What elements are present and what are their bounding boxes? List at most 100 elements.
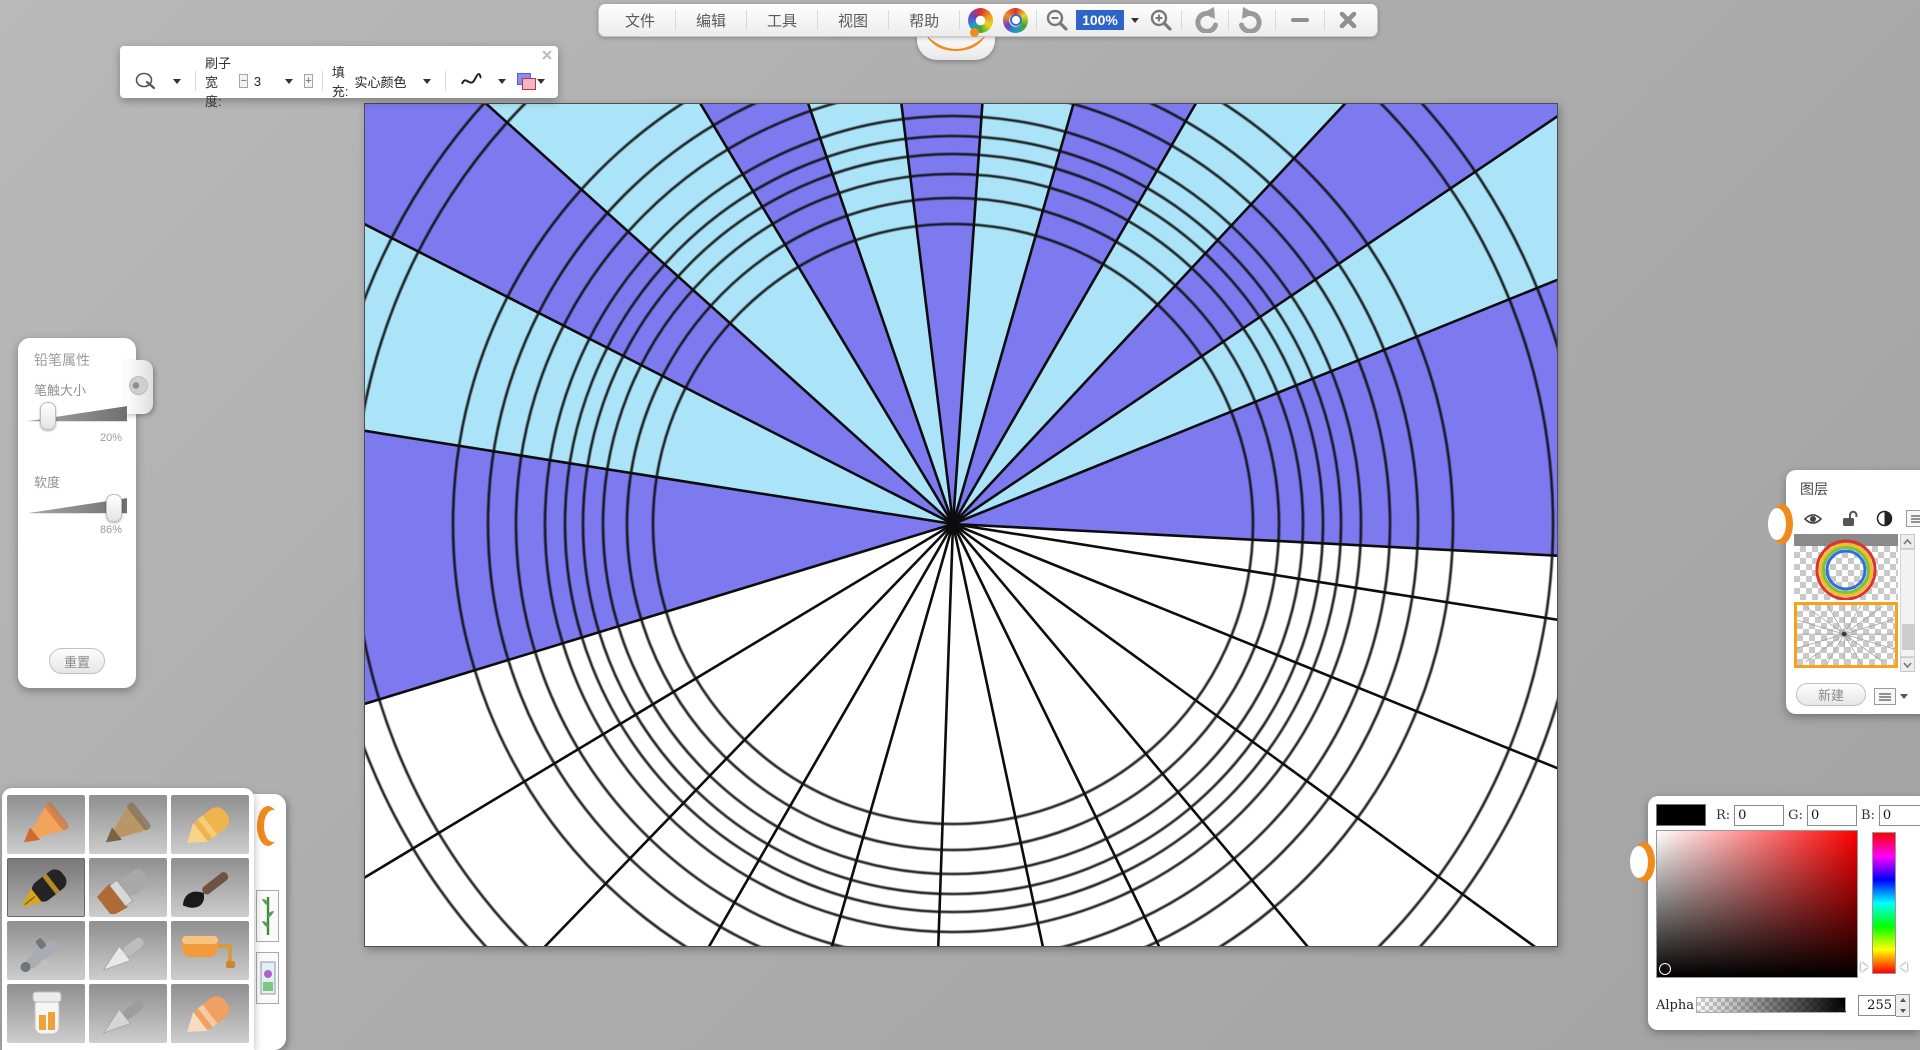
spin-up-icon — [1900, 998, 1906, 1002]
green-input[interactable] — [1807, 805, 1857, 826]
separator — [746, 10, 747, 30]
tool-fountain-pen[interactable] — [7, 858, 85, 917]
current-color-swatch[interactable] — [1656, 804, 1706, 826]
stroke-color-swatch[interactable] — [517, 73, 526, 89]
alpha-marker[interactable] — [1836, 1004, 1846, 1012]
tool-palette-knife[interactable] — [89, 984, 167, 1043]
scroll-up-button[interactable] — [1900, 534, 1915, 549]
tool-flat-brush[interactable] — [89, 858, 167, 917]
zoom-in-button[interactable] — [1144, 6, 1178, 34]
scroll-track[interactable] — [1900, 549, 1915, 657]
hue-marker-right[interactable] — [1900, 962, 1907, 972]
tool-paint-knife[interactable] — [89, 921, 167, 980]
fill-mode-value[interactable]: 实心颜色 — [354, 72, 411, 91]
alpha-bar[interactable] — [1696, 997, 1846, 1013]
separator — [1275, 10, 1276, 30]
list-icon — [1910, 514, 1920, 524]
chevron-down-icon — [537, 79, 545, 84]
hue-marker-left[interactable] — [1861, 962, 1868, 972]
fill-mode-dropdown[interactable] — [418, 77, 436, 86]
layer-thumbnail-radial-rays-layer[interactable] — [1794, 602, 1898, 668]
tool-marker-jar[interactable] — [7, 984, 85, 1043]
brush-width-increase-button[interactable]: + — [304, 74, 312, 88]
stroke-style-dropdown[interactable] — [493, 77, 511, 86]
tool-eraser[interactable] — [171, 984, 249, 1043]
chevron-down-icon — [1903, 662, 1912, 668]
tool-crayon[interactable] — [171, 795, 249, 854]
red-input[interactable] — [1734, 805, 1784, 826]
hue-bar[interactable] — [1872, 832, 1896, 974]
paint-roller-icon — [174, 925, 246, 977]
toolbar-close-button[interactable] — [542, 50, 552, 62]
layers-panel: 图层 — [1786, 470, 1920, 714]
color-wheel-eye-button[interactable] — [998, 6, 1033, 35]
minimize-button[interactable] — [1279, 12, 1321, 28]
panel-handle-ear[interactable] — [125, 360, 153, 414]
layer-lock-button[interactable] — [1836, 508, 1863, 529]
tool-colored-pencil[interactable] — [7, 795, 85, 854]
shape-pen-icon — [135, 72, 157, 90]
saturation-value-box[interactable] — [1656, 830, 1858, 978]
tool-pastel-stick[interactable] — [89, 795, 167, 854]
stroke-style-button[interactable] — [455, 71, 487, 91]
tool-palette-panel — [2, 788, 254, 1050]
stamps-tab-button[interactable] — [256, 952, 279, 1004]
brush-size-slider[interactable] — [27, 402, 127, 428]
tool-ink-brush[interactable] — [171, 858, 249, 917]
palette-eye-button[interactable] — [963, 6, 998, 35]
menu-item-help[interactable]: 帮助 — [892, 5, 956, 36]
brush-width-value[interactable]: 3 — [254, 74, 274, 89]
shape-tool-button[interactable] — [130, 70, 162, 92]
zoom-level-value[interactable]: 100% — [1076, 10, 1124, 30]
panel-handle-ear[interactable] — [1633, 842, 1655, 882]
brush-size-slider-thumb[interactable] — [40, 402, 56, 430]
layer-list-menu-button[interactable] — [1906, 510, 1920, 527]
alpha-spinner[interactable] — [1896, 994, 1910, 1017]
separator — [675, 10, 676, 30]
eye-icon — [1803, 512, 1823, 526]
menu-item-tools[interactable]: 工具 — [750, 5, 814, 36]
redo-button[interactable] — [1232, 5, 1272, 35]
undo-icon — [1190, 7, 1220, 33]
blue-input[interactable] — [1879, 805, 1920, 826]
panel-handle-ear[interactable] — [257, 806, 279, 846]
reset-button[interactable]: 重置 — [49, 648, 105, 674]
nature-brushes-tab-button[interactable] — [256, 890, 279, 942]
fill-label: 填充: — [332, 62, 349, 100]
zoom-dropdown-button[interactable] — [1126, 16, 1144, 25]
close-icon — [1338, 10, 1358, 30]
scroll-thumb[interactable] — [1902, 624, 1915, 650]
layer-opacity-button[interactable] — [1871, 508, 1898, 529]
separator — [1228, 10, 1229, 30]
tool-paint-roller[interactable] — [171, 921, 249, 980]
spin-down-icon — [1900, 1009, 1906, 1013]
alpha-input[interactable] — [1858, 995, 1896, 1016]
brush-width-decrease-button[interactable]: − — [239, 74, 247, 88]
color-cursor[interactable] — [1659, 963, 1671, 975]
softness-slider-thumb[interactable] — [106, 494, 122, 522]
drawing-canvas[interactable] — [364, 103, 1558, 947]
scroll-down-button[interactable] — [1900, 657, 1915, 672]
softness-slider[interactable] — [27, 494, 127, 520]
new-layer-button[interactable]: 新建 — [1796, 683, 1866, 706]
menu-item-edit[interactable]: 编辑 — [679, 5, 743, 36]
layers-options-button[interactable] — [1874, 688, 1896, 705]
tool-airbrush[interactable] — [7, 921, 85, 980]
close-button[interactable] — [1328, 8, 1368, 32]
undo-button[interactable] — [1185, 5, 1225, 35]
panel-handle-ear[interactable] — [1771, 504, 1793, 544]
redo-icon — [1237, 7, 1267, 33]
brush-size-value: 20% — [100, 432, 122, 444]
brush-width-dropdown[interactable] — [280, 77, 298, 86]
menu-item-view[interactable]: 视图 — [821, 5, 885, 36]
shape-tool-dropdown[interactable] — [168, 77, 186, 86]
zoom-out-button[interactable] — [1040, 6, 1074, 34]
separator — [195, 71, 196, 91]
layer-visibility-button[interactable] — [1798, 510, 1828, 528]
pencil-properties-panel: 铅笔属性 笔触大小 20% 软度 86% 重置 — [18, 338, 136, 688]
brush-width-label: 刷子宽度: — [205, 53, 233, 110]
menu-item-file[interactable]: 文件 — [608, 5, 672, 36]
ear-icon — [129, 376, 148, 395]
brush-options-toolbar: 刷子宽度: − 3 + 填充: 实心颜色 — [120, 46, 558, 98]
layer-thumbnail-rainbow-circle-layer[interactable] — [1794, 534, 1898, 600]
